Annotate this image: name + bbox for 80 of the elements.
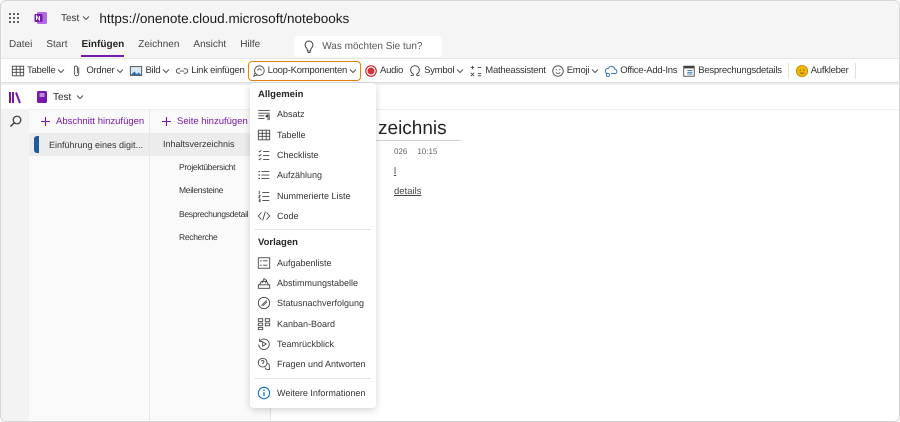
menu-item[interactable]: Fragen und Antworten [250, 354, 376, 375]
library-icon [8, 90, 22, 104]
ribbon-tab[interactable]: Datei [9, 35, 32, 57]
menu-item[interactable]: Aufgabenliste [250, 252, 376, 273]
menu-item[interactable]: Statusnachverfolgung [250, 293, 376, 314]
toolbar-button[interactable]: Emoji [548, 60, 602, 80]
toolbar-button[interactable]: Audio [362, 60, 406, 80]
sticker-icon [794, 64, 809, 78]
notebooks-button[interactable] [1, 85, 29, 109]
add-button[interactable]: Abschnitt hinzufügen [29, 110, 144, 133]
status-circle-icon [257, 296, 271, 310]
search-field[interactable]: Was möchten Sie tun? [294, 36, 442, 56]
menu-item[interactable]: Abstimmungstabelle [250, 272, 376, 294]
page-date: 026 [394, 147, 408, 156]
toolbar-button[interactable]: Besprechungsdetails [680, 60, 784, 80]
omega-icon [408, 64, 422, 78]
image-icon [129, 64, 144, 78]
notebook-switcher[interactable]: Test [36, 90, 84, 104]
lightbulb-icon [304, 40, 314, 52]
kanban-icon [257, 316, 271, 331]
chevron-down-icon [76, 93, 84, 101]
menu-item[interactable]: Code [250, 206, 376, 226]
info-icon [257, 386, 271, 400]
menu-item[interactable]: Kanban-Board [250, 314, 376, 334]
toolbar-button[interactable]: Link einfügen [173, 60, 247, 80]
math-icon [469, 64, 484, 78]
question-bubbles-icon [257, 357, 271, 372]
link[interactable]: details [394, 186, 422, 197]
chevron-down-icon [57, 66, 66, 74]
toolbar-button[interactable]: Loop-Komponenten [248, 60, 362, 80]
chevron-down-icon [591, 66, 600, 74]
toolbar-button[interactable]: Ordner [68, 60, 126, 80]
smiley-icon [550, 64, 565, 78]
link[interactable]: l [394, 166, 396, 177]
replay-icon [257, 337, 271, 352]
bullet-list-icon [257, 168, 271, 182]
numbered-list-icon [257, 188, 271, 203]
chevron-down-icon [162, 66, 170, 74]
calendar-icon [682, 64, 696, 78]
ballot-box-icon [257, 276, 271, 290]
plus-icon [162, 117, 171, 126]
notebook-dropdown[interactable]: Test [61, 12, 90, 24]
paragraph-icon [257, 107, 271, 122]
app-launcher-icon [8, 12, 20, 24]
toolbar-button[interactable]: Aufkleber [792, 60, 851, 80]
checklist-icon [257, 148, 271, 162]
url-text: https://onenote.cloud.microsoft/notebooks [99, 10, 350, 26]
code-icon [257, 209, 271, 224]
page-time: 10:15 [417, 147, 438, 156]
ribbon-tab[interactable]: Hilfe [240, 35, 260, 57]
chevron-down-icon [82, 14, 90, 22]
task-list-icon [257, 256, 271, 270]
onenote-logo-icon [34, 11, 48, 25]
chevron-down-icon [349, 66, 358, 74]
menu-item[interactable]: Teamrückblick [250, 334, 376, 354]
toolbar-button[interactable]: Office-Add-Ins [602, 60, 680, 80]
ribbon-tab[interactable]: Start [46, 35, 68, 57]
menu-item[interactable]: Nummerierte Liste [250, 186, 376, 206]
toolbar-button[interactable]: Matheassistent [467, 60, 548, 80]
toolbar-button[interactable]: Bild [127, 60, 172, 80]
chevron-down-icon [116, 66, 124, 74]
plus-icon [41, 117, 50, 126]
menu-item[interactable]: Weitere Informationen [250, 382, 376, 404]
record-icon [364, 64, 378, 78]
table-icon [257, 128, 271, 142]
notebook-icon [36, 90, 48, 104]
toolbar-button[interactable]: Tabelle [9, 60, 68, 80]
menu-item[interactable]: Aufzählung [250, 165, 376, 186]
loop-icon [252, 64, 266, 78]
menu-heading: Vorlagen [257, 236, 299, 250]
addin-icon [604, 64, 618, 78]
add-button[interactable]: Seite hinzufügen [150, 110, 248, 133]
table-icon [11, 64, 25, 78]
search-icon [8, 114, 22, 128]
toolbar-button[interactable]: Symbol [406, 60, 466, 80]
menu-heading: Allgemein [257, 88, 304, 102]
ribbon-tab[interactable]: Ansicht [193, 35, 226, 57]
ribbon-tab[interactable]: Zeichnen [138, 35, 180, 57]
section-item[interactable]: Einführung eines digit... [29, 133, 149, 156]
chevron-down-icon [456, 66, 464, 74]
